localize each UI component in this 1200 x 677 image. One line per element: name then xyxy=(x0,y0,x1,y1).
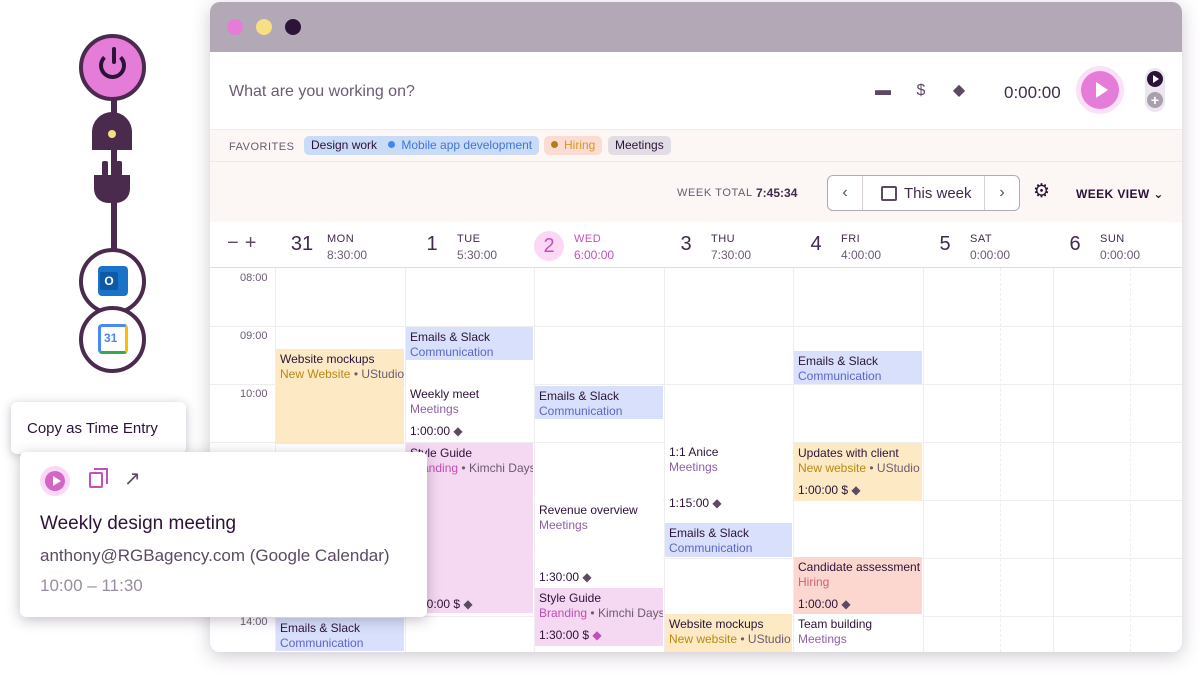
time-entry[interactable]: Emails & Slack Communication xyxy=(794,351,922,384)
time-entry[interactable]: Weekly meet Meetings 1:00:00 ◆ xyxy=(406,384,533,442)
dollar-icon: $ xyxy=(841,483,849,497)
week-pager: ‹ This week › xyxy=(827,175,1020,211)
hour-label: 14:00 xyxy=(240,616,268,628)
copy-icon[interactable] xyxy=(89,468,108,488)
hour-label: 09:00 xyxy=(240,330,268,342)
time-entry[interactable]: Style Guide Branding • Kimchi Days 1:30:… xyxy=(535,588,663,646)
maximize-window-button[interactable] xyxy=(285,19,301,35)
hour-label: 08:00 xyxy=(240,272,268,284)
event-title: Weekly design meeting xyxy=(40,513,237,534)
close-window-button[interactable] xyxy=(227,19,243,35)
zoom-in-icon[interactable]: + xyxy=(245,232,263,254)
next-week-button[interactable]: › xyxy=(984,176,1019,210)
google-calendar-integration[interactable]: 31 xyxy=(79,306,146,373)
time-entry[interactable]: Website mockups New Website • UStudio xyxy=(276,349,404,444)
time-entry[interactable]: Website mockups New website • UStudio xyxy=(665,614,792,652)
time-entry[interactable]: Emails & Slack Communication xyxy=(665,523,792,557)
favorites-label: FAVORITES xyxy=(229,141,295,153)
manual-mode-icon[interactable]: + xyxy=(1147,92,1163,108)
minimize-window-button[interactable] xyxy=(256,19,272,35)
dollar-icon: $ xyxy=(582,628,590,642)
timer-bar: What are you working on? ▬ $ ◆ 0:00:00 xyxy=(210,52,1182,130)
plug-icon xyxy=(94,161,130,203)
time-entry[interactable]: Updates with client New website • UStudi… xyxy=(794,443,922,501)
timer-mode-icon[interactable] xyxy=(1147,71,1163,87)
favorite-chip-meetings[interactable]: Meetings xyxy=(608,136,671,155)
zoom-out-icon[interactable]: − xyxy=(227,232,245,254)
mode-switch[interactable]: + xyxy=(1145,68,1165,112)
folder-icon[interactable]: ▬ xyxy=(874,82,892,100)
dollar-icon[interactable]: $ xyxy=(912,82,930,100)
tag-icon: ◆ xyxy=(463,597,473,611)
week-total-value: 7:45:34 xyxy=(756,186,798,200)
time-entry[interactable]: 1:1 Anice Meetings 1:15:00 ◆ xyxy=(665,442,792,522)
time-entry[interactable]: Emails & Slack Communication xyxy=(276,618,404,651)
timer-display: 0:00:00 xyxy=(1004,83,1061,102)
tag-icon: ◆ xyxy=(453,424,463,438)
chevron-down-icon: ⌄ xyxy=(1153,187,1164,201)
time-entry[interactable]: Team building Meetings xyxy=(794,614,922,652)
time-entry[interactable]: Revenue overview Meetings 1:30:00 ◆ xyxy=(535,500,663,586)
copy-tooltip: Copy as Time Entry xyxy=(11,402,186,454)
week-view-dropdown[interactable]: WEEK VIEW ⌄ xyxy=(1076,187,1164,201)
description-input[interactable]: What are you working on? xyxy=(229,83,415,101)
tag-icon: ◆ xyxy=(712,496,722,510)
time-entry[interactable]: Candidate assessment Hiring 1:00:00 ◆ xyxy=(794,557,922,614)
week-toolbar: WEEK TOTAL 7:45:34 ‹ This week › ⚙ WEEK … xyxy=(210,162,1182,222)
start-from-event-button[interactable] xyxy=(40,466,70,496)
dollar-icon: $ xyxy=(453,597,461,611)
time-entry[interactable]: Emails & Slack Communication xyxy=(406,327,533,360)
external-link-icon[interactable]: ↗ xyxy=(124,469,141,489)
start-timer-button[interactable] xyxy=(1081,71,1119,109)
tag-icon[interactable]: ◆ xyxy=(950,82,968,100)
hour-label: 10:00 xyxy=(240,388,268,400)
outlook-icon: O xyxy=(98,266,128,296)
outlook-integration[interactable]: O xyxy=(79,248,146,315)
zoom-controls[interactable]: −+ xyxy=(227,232,262,255)
calendar-event-popup: ↗ Weekly design meeting anthony@RGBagenc… xyxy=(20,452,427,617)
event-time: 10:00 – 11:30 xyxy=(40,576,143,595)
tag-icon: ◆ xyxy=(582,570,592,584)
event-source: anthony@RGBagency.com (Google Calendar) xyxy=(40,546,390,565)
tag-icon: ◆ xyxy=(851,483,861,497)
title-bar xyxy=(210,2,1182,52)
socket-icon xyxy=(92,112,132,150)
previous-week-button[interactable]: ‹ xyxy=(828,176,863,210)
favorites-bar: FAVORITES Design work Mobile app develop… xyxy=(210,130,1182,162)
day-header-row: −+ 31 MON 8:30:00 1 TUE 5:30:00 2 WED 6:00:00 … xyxy=(210,222,1182,268)
week-range-picker[interactable]: This week xyxy=(904,185,972,202)
calendar-icon xyxy=(881,186,897,201)
google-calendar-icon: 31 xyxy=(98,324,128,354)
week-total-label: WEEK TOTAL xyxy=(677,187,753,199)
favorite-chip-design[interactable]: Design work Mobile app development xyxy=(304,136,540,155)
power-button[interactable] xyxy=(79,34,146,101)
tag-icon: ◆ xyxy=(841,597,851,611)
time-entry[interactable]: Emails & Slack Communication xyxy=(535,386,663,419)
tag-icon: ◆ xyxy=(592,628,602,642)
favorite-chip-hiring[interactable]: Hiring xyxy=(544,136,603,155)
gear-icon[interactable]: ⚙ xyxy=(1033,182,1050,202)
